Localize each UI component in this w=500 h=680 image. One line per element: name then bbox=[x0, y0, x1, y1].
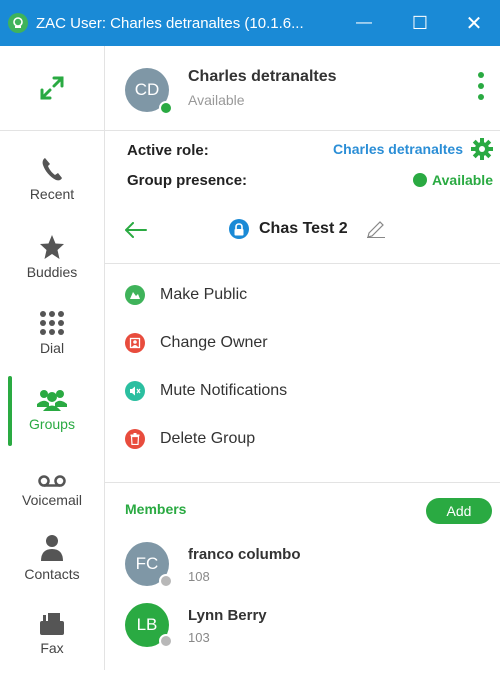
trash-icon bbox=[125, 429, 145, 449]
group-presence-value[interactable]: Available bbox=[432, 172, 493, 188]
main-pane: CD Charles detranaltes Available Active … bbox=[105, 46, 500, 670]
sidebar-item-label: Dial bbox=[39, 340, 65, 356]
active-role-label: Active role: bbox=[127, 142, 209, 159]
presence-dot bbox=[159, 574, 173, 588]
user-name: Charles detranaltes bbox=[188, 68, 337, 85]
action-label: Delete Group bbox=[160, 430, 256, 447]
change-owner-icon bbox=[125, 333, 145, 353]
active-role-selector[interactable]: Charles detranaltes bbox=[333, 138, 493, 160]
expand-button[interactable] bbox=[0, 46, 104, 131]
user-status: Available bbox=[188, 92, 245, 108]
sidebar-item-label: Buddies bbox=[26, 264, 78, 280]
back-arrow-icon[interactable] bbox=[125, 222, 147, 238]
change-owner-action[interactable]: Change Owner bbox=[125, 328, 268, 358]
member-extension: 103 bbox=[188, 630, 210, 645]
sidebar-item-buddies[interactable]: Buddies bbox=[0, 228, 104, 304]
presence-dot bbox=[159, 634, 173, 648]
make-public-action[interactable]: Make Public bbox=[125, 280, 247, 310]
section-divider bbox=[105, 482, 500, 483]
group-name: Chas Test 2 bbox=[259, 220, 348, 237]
fax-icon bbox=[39, 604, 65, 636]
delete-group-action[interactable]: Delete Group bbox=[125, 424, 255, 454]
voicemail-icon bbox=[38, 456, 66, 488]
lock-icon bbox=[229, 219, 249, 239]
group-title: Chas Test 2 bbox=[229, 219, 386, 239]
gear-icon[interactable] bbox=[471, 138, 493, 160]
sidebar-item-label: Voicemail bbox=[22, 492, 82, 508]
expand-icon bbox=[40, 76, 64, 100]
more-options-icon[interactable] bbox=[478, 72, 484, 100]
minimize-button[interactable]: — bbox=[336, 0, 392, 46]
member-name: franco columbo bbox=[188, 546, 301, 563]
action-label: Change Owner bbox=[160, 334, 268, 351]
mute-notifications-action[interactable]: Mute Notifications bbox=[125, 376, 287, 406]
phone-icon bbox=[40, 150, 64, 182]
public-icon bbox=[125, 285, 145, 305]
member-name: Lynn Berry bbox=[188, 607, 267, 624]
action-label: Mute Notifications bbox=[160, 382, 288, 399]
close-button[interactable]: ✕ bbox=[446, 0, 500, 46]
dialpad-icon bbox=[39, 304, 65, 336]
sidebar-item-fax[interactable]: Fax bbox=[0, 604, 104, 680]
action-label: Make Public bbox=[160, 286, 248, 303]
group-header: Chas Test 2 bbox=[105, 194, 500, 264]
title-bar: ZAC User: Charles detranaltes (10.1.6...… bbox=[0, 0, 500, 46]
group-presence-label: Group presence: bbox=[127, 172, 248, 189]
window-title: ZAC User: Charles detranaltes (10.1.6... bbox=[36, 14, 304, 32]
active-role-value[interactable]: Charles detranaltes bbox=[333, 141, 463, 157]
contact-icon bbox=[40, 530, 64, 562]
sidebar-item-contacts[interactable]: Contacts bbox=[0, 530, 104, 606]
app-icon bbox=[8, 13, 28, 33]
member-extension: 108 bbox=[188, 569, 210, 584]
avatar-initials: FC bbox=[135, 554, 159, 573]
sidebar-item-label: Contacts bbox=[24, 566, 80, 582]
sidebar-item-recent[interactable]: Recent bbox=[0, 150, 104, 226]
sidebar-item-label: Recent bbox=[29, 186, 75, 202]
avatar-initials: LB bbox=[136, 615, 158, 634]
avatar-initials: CD bbox=[134, 80, 160, 99]
star-icon bbox=[39, 228, 65, 260]
presence-dot-icon bbox=[413, 173, 428, 187]
mute-icon bbox=[125, 381, 145, 401]
presence-dot bbox=[159, 101, 173, 115]
sidebar-item-label: Fax bbox=[40, 640, 64, 656]
sidebar-item-label: Groups bbox=[29, 416, 75, 432]
members-heading: Members bbox=[125, 501, 187, 517]
group-presence-selector[interactable]: Available bbox=[413, 172, 493, 188]
user-header: CD Charles detranaltes Available bbox=[105, 46, 500, 131]
maximize-button[interactable]: ☐ bbox=[392, 0, 448, 46]
edit-pencil-icon[interactable] bbox=[366, 220, 386, 238]
groups-icon bbox=[36, 380, 68, 412]
add-member-button[interactable]: Add bbox=[426, 498, 492, 524]
sidebar-item-voicemail[interactable]: Voicemail bbox=[0, 456, 104, 532]
sidebar: Recent Buddies Dial Groups Voicemail Con… bbox=[0, 46, 105, 670]
sidebar-item-groups[interactable]: Groups bbox=[0, 380, 104, 456]
sidebar-item-dial[interactable]: Dial bbox=[0, 304, 104, 380]
